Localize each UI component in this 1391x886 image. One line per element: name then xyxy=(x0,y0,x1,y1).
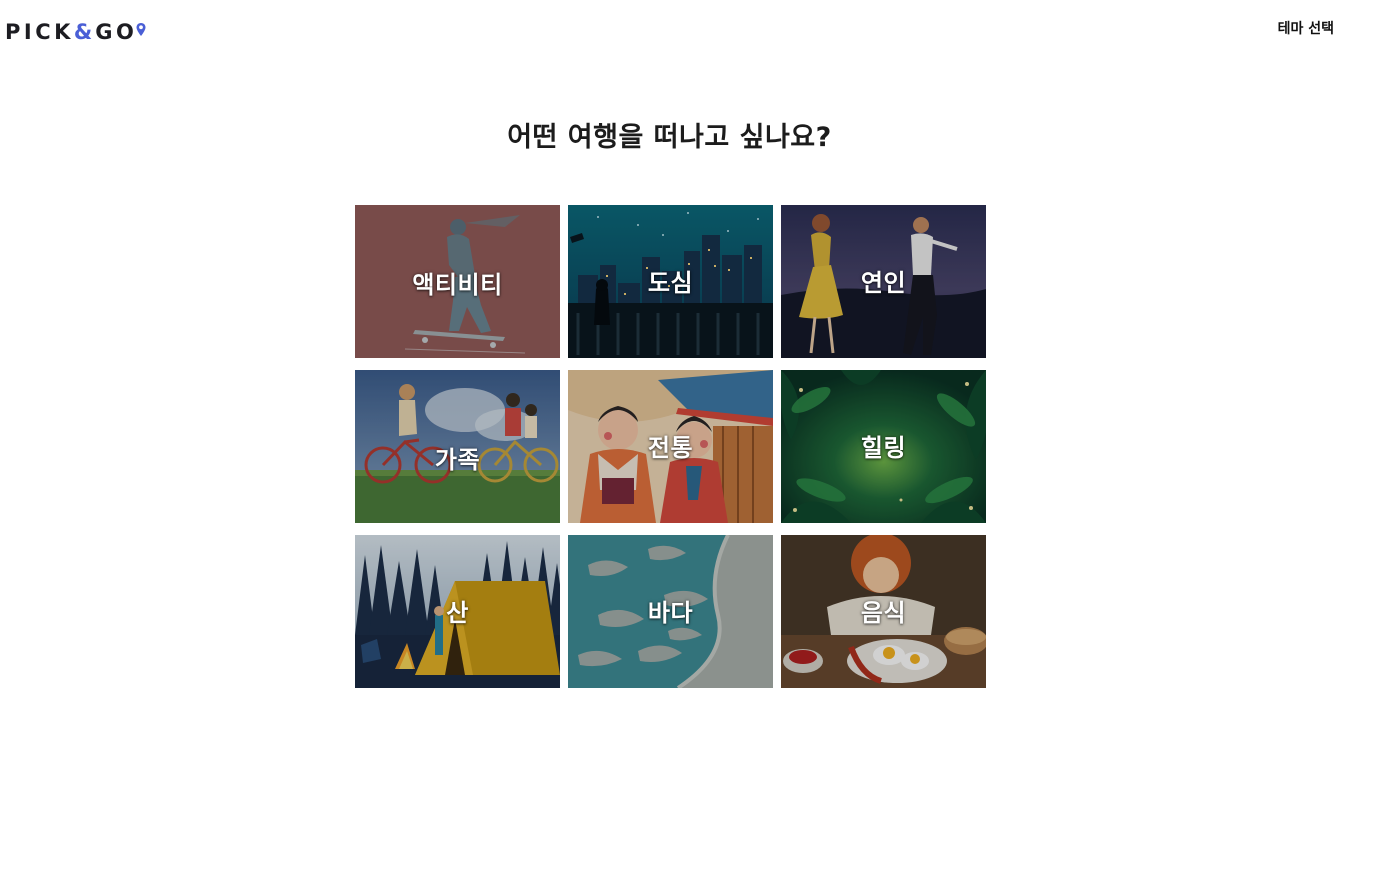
theme-card-healing[interactable]: 힐링 xyxy=(781,370,986,523)
theme-label: 가족 xyxy=(434,446,481,474)
theme-card-activity[interactable]: 액티비티 xyxy=(355,205,560,358)
theme-select-link[interactable]: 테마 선택 xyxy=(1278,18,1334,38)
theme-label: 힐링 xyxy=(860,434,907,462)
theme-label: 연인 xyxy=(860,269,907,297)
page-title: 어떤 여행을 떠나고 싶나요? xyxy=(507,122,832,153)
location-pin-icon xyxy=(136,23,146,36)
theme-label: 바다 xyxy=(647,599,694,627)
logo-text-go: GO xyxy=(95,20,138,44)
theme-grid: 액티비티 도심 연인 가족 전통 힐링 산 바다 음식 xyxy=(355,205,986,688)
theme-card-tradition[interactable]: 전통 xyxy=(568,370,773,523)
pick-and-go-logo[interactable]: PICK & GO xyxy=(5,20,146,44)
theme-label: 액티비티 xyxy=(412,271,503,299)
logo-ampersand: & xyxy=(73,20,94,44)
theme-card-food[interactable]: 음식 xyxy=(781,535,986,688)
theme-card-mountain[interactable]: 산 xyxy=(355,535,560,688)
theme-label: 산 xyxy=(446,599,469,627)
theme-card-city[interactable]: 도심 xyxy=(568,205,773,358)
theme-card-couple[interactable]: 연인 xyxy=(781,205,986,358)
theme-label: 음식 xyxy=(860,599,907,627)
theme-card-family[interactable]: 가족 xyxy=(355,370,560,523)
theme-label: 전통 xyxy=(647,434,694,462)
logo-text-pick: PICK xyxy=(5,20,74,44)
theme-card-sea[interactable]: 바다 xyxy=(568,535,773,688)
theme-label: 도심 xyxy=(647,269,694,297)
top-header: PICK & GO 테마 선택 xyxy=(0,0,1391,64)
